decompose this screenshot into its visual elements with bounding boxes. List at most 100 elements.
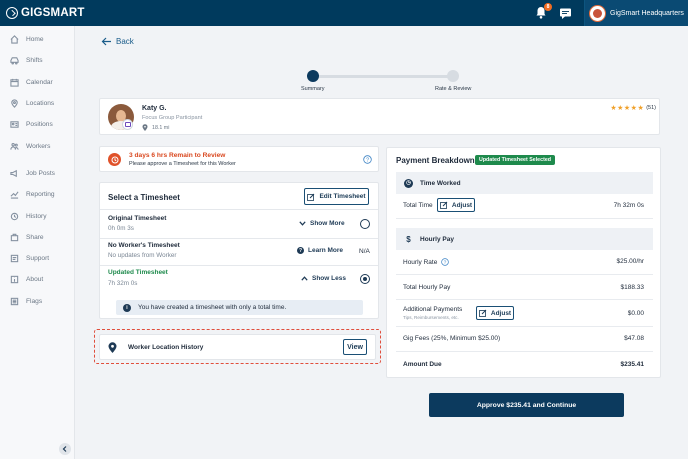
support-icon [10, 254, 19, 263]
location-pin-icon [142, 124, 148, 131]
org-avatar [589, 4, 606, 22]
worker-distance-value: 18.1 mi [152, 124, 170, 131]
divider [100, 265, 378, 266]
top-bar: GIGSMART 8 GigSmart Headquarters [0, 0, 688, 26]
chat-icon[interactable] [559, 7, 572, 20]
sidebar-item-label: Locations [26, 100, 55, 108]
alert-title: 3 days 6 hrs Remain to Review [129, 152, 226, 159]
help-icon[interactable]: ? [441, 258, 450, 266]
back-label: Back [116, 37, 134, 46]
alert-subtitle: Please approve a Timesheet for this Work… [129, 161, 236, 167]
step-rate-review-label: Rate & Review [435, 86, 472, 92]
timesheet-info-text: You have created a timesheet with only a… [138, 304, 287, 311]
approve-and-continue-button[interactable]: Approve $235.41 and Continue [429, 393, 624, 417]
timesheet-row-title: No Worker's Timesheet [108, 242, 180, 249]
adjust-additional-payments-button[interactable]: Adjust [476, 306, 514, 320]
sidebar-item-calendar[interactable]: Calendar [0, 72, 74, 93]
org-switcher[interactable]: GigSmart Headquarters [584, 0, 688, 26]
sidebar-item-locations[interactable]: Locations [0, 93, 74, 114]
timesheet-row-title: Original Timesheet [108, 215, 167, 222]
sidebar-item-home[interactable]: Home [0, 29, 74, 50]
flag-icon [10, 297, 19, 305]
view-location-history-button[interactable]: View [343, 339, 367, 355]
payment-breakdown-title: Payment Breakdown [396, 156, 475, 165]
step-summary-dot [307, 70, 319, 82]
star-icon: ★ [637, 105, 644, 112]
clock-icon [108, 153, 121, 166]
id-card-icon [10, 121, 19, 129]
show-less-button[interactable]: Show Less [301, 275, 346, 282]
divider [100, 209, 378, 210]
updated-timesheet-badge: Updated Timesheet Selected [475, 155, 556, 165]
edit-icon [307, 193, 315, 201]
learn-more-button[interactable]: ? Learn More [297, 247, 343, 254]
sidebar-item-shifts[interactable]: Shifts [0, 50, 74, 71]
question-icon: ? [297, 247, 304, 254]
location-pin-icon [108, 342, 117, 353]
sidebar-item-label: Reporting [26, 191, 55, 199]
amount-due-row: Amount Due $235.41 [396, 352, 653, 377]
svg-text:?: ? [444, 260, 447, 266]
sidebar-item-reporting[interactable]: Reporting [0, 184, 74, 205]
total-hourly-pay-value: $188.33 [620, 284, 645, 291]
org-name: GigSmart Headquarters [610, 9, 684, 17]
review-count: (51) [646, 105, 656, 111]
gigsmart-logo[interactable]: GIGSMART [6, 7, 85, 19]
sidebar-item-share[interactable]: Share [0, 227, 74, 248]
updated-timesheet-radio[interactable] [360, 274, 370, 284]
help-icon[interactable]: ? [363, 155, 372, 164]
time-worked-heading: Time Worked [420, 179, 461, 187]
adjust-time-button[interactable]: Adjust [437, 198, 475, 212]
hourly-rate-row: Hourly Rate ? $25.00/hr [396, 250, 653, 275]
star-icon: ★ [617, 105, 624, 112]
edit-icon [478, 309, 487, 317]
worker-rating[interactable]: ★ ★ ★ ★ ★ (51) [610, 104, 656, 112]
select-timesheet-card: Select a Timesheet Edit Timesheet Origin… [99, 182, 379, 319]
timesheet-row-subtitle: 0h 0m 3s [108, 225, 134, 232]
sidebar: Home Shifts Calendar Locations Positions… [0, 26, 75, 459]
sidebar-item-label: Share [26, 233, 44, 241]
star-icon: ★ [630, 105, 637, 112]
sidebar-item-label: Positions [26, 121, 53, 129]
sidebar-item-label: About [26, 276, 44, 284]
adjust-label: Adjust [451, 201, 473, 209]
info-icon [10, 276, 19, 284]
hourly-rate-label: Hourly Rate ? [403, 258, 450, 266]
sidebar-item-flags[interactable]: Flags [0, 291, 74, 312]
show-more-button[interactable]: Show More [299, 220, 345, 227]
collapse-sidebar-button[interactable] [59, 443, 71, 455]
sidebar-item-support[interactable]: Support [0, 248, 74, 269]
additional-payments-label: Additional Payments [403, 306, 463, 313]
back-link[interactable]: Back [101, 37, 134, 46]
total-time-label: Total Time [403, 202, 433, 209]
svg-text:?: ? [366, 157, 369, 163]
sidebar-item-positions[interactable]: Positions [0, 114, 74, 135]
sidebar-item-about[interactable]: About [0, 269, 74, 290]
sidebar-item-history[interactable]: History [0, 205, 74, 226]
no-worker-timesheet-status: N/A [359, 248, 370, 255]
star-icon: ★ [610, 105, 617, 112]
car-icon [10, 57, 19, 65]
worker-name[interactable]: Katy G. [142, 105, 167, 112]
sidebar-item-label: Calendar [26, 78, 53, 86]
total-time-row: Total Time Adjust 7h 32m 0s [396, 194, 653, 219]
worker-location-history-card: Worker Location History View [99, 334, 376, 360]
dollar-icon: $ [406, 234, 411, 244]
total-time-value: 7h 32m 0s [613, 202, 644, 209]
location-pin-icon [11, 99, 18, 108]
timesheet-row-subtitle: No updates from Worker [108, 252, 177, 259]
gig-fees-label: Gig Fees (25%, Minimum $25.00) [403, 335, 501, 342]
sidebar-item-workers[interactable]: Workers [0, 135, 74, 156]
sidebar-item-label: Support [26, 255, 50, 263]
home-icon [10, 35, 19, 44]
notifications-button[interactable]: 8 [535, 3, 552, 20]
history-icon [10, 212, 19, 220]
additional-payments-subtitle: Tips, Reimbursements, etc. [403, 315, 459, 320]
info-icon: i [123, 303, 131, 312]
sidebar-item-job-posts[interactable]: Job Posts [0, 163, 74, 184]
total-hourly-pay-label: Total Hourly Pay [403, 284, 451, 291]
original-timesheet-radio[interactable] [360, 219, 370, 229]
learn-more-label: Learn More [308, 247, 344, 254]
edit-timesheet-label: Edit Timesheet [319, 193, 366, 200]
edit-timesheet-button[interactable]: Edit Timesheet [304, 188, 369, 205]
